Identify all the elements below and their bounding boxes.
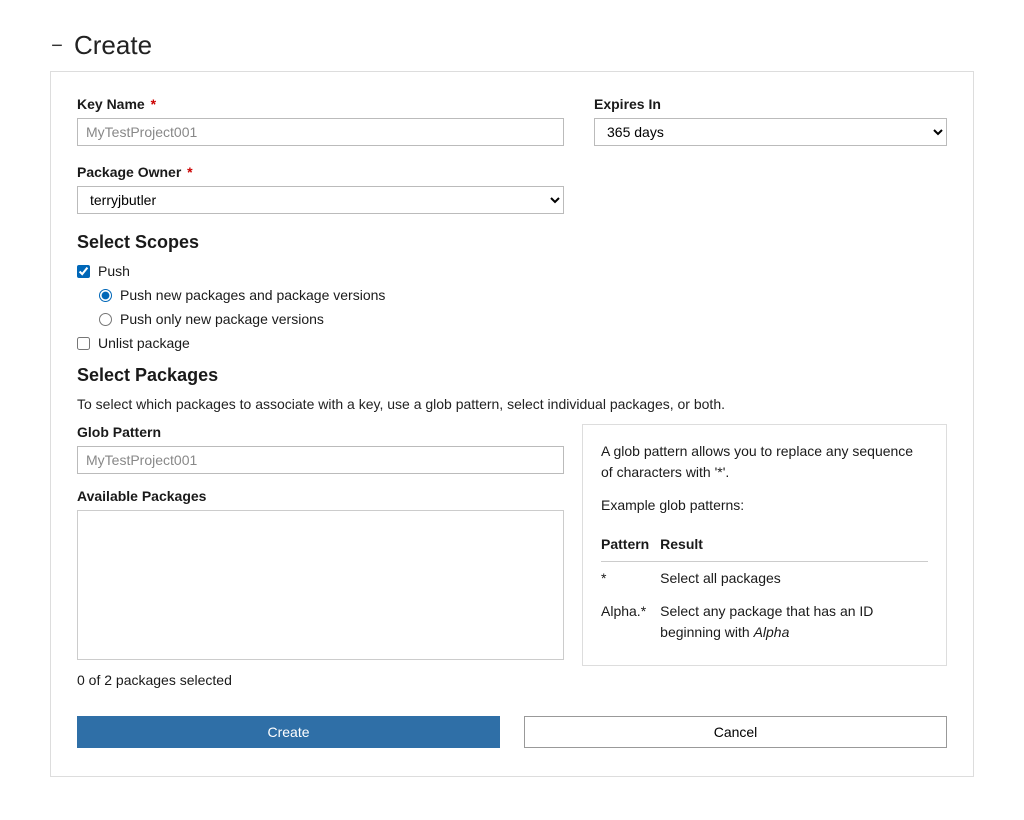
table-row: Alpha.* Select any package that has an I… [601, 595, 928, 649]
glob-info-intro: A glob pattern allows you to replace any… [601, 441, 928, 483]
glob-info-box: A glob pattern allows you to replace any… [582, 424, 947, 666]
glob-result-cell: Select all packages [660, 562, 928, 596]
available-packages-label: Available Packages [77, 488, 564, 504]
glob-result-em: Alpha [754, 624, 790, 640]
page-title: Create [74, 30, 152, 61]
table-row: * Select all packages [601, 562, 928, 596]
select-scopes-heading: Select Scopes [77, 232, 947, 253]
expires-in-label: Expires In [594, 96, 947, 112]
key-name-label: Key Name * [77, 96, 564, 112]
select-packages-heading: Select Packages [77, 365, 947, 386]
push-only-radio[interactable] [99, 313, 112, 326]
glob-info-example-label: Example glob patterns: [601, 495, 928, 516]
package-owner-select[interactable]: terryjbutler [77, 186, 564, 214]
cancel-button[interactable]: Cancel [524, 716, 947, 748]
push-checkbox-label: Push [98, 263, 130, 279]
available-packages-list[interactable] [77, 510, 564, 660]
create-panel: Key Name * Expires In 365 days Package O… [50, 71, 974, 777]
package-owner-required: * [187, 164, 192, 180]
package-owner-label-text: Package Owner [77, 164, 181, 180]
unlist-checkbox-label: Unlist package [98, 335, 190, 351]
select-packages-description: To select which packages to associate wi… [77, 396, 947, 412]
glob-table-col-pattern: Pattern [601, 528, 660, 562]
collapse-icon[interactable]: − [50, 36, 64, 56]
glob-pattern-cell: * [601, 562, 660, 596]
key-name-input[interactable] [77, 118, 564, 146]
glob-pattern-table: Pattern Result * Select all packages Alp… [601, 528, 928, 649]
glob-pattern-input[interactable] [77, 446, 564, 474]
key-name-required: * [151, 96, 156, 112]
push-new-radio-label: Push new packages and package versions [120, 287, 385, 303]
unlist-checkbox[interactable] [77, 337, 90, 350]
key-name-label-text: Key Name [77, 96, 145, 112]
glob-pattern-label: Glob Pattern [77, 424, 564, 440]
push-checkbox[interactable] [77, 265, 90, 278]
glob-pattern-cell: Alpha.* [601, 595, 660, 649]
create-button[interactable]: Create [77, 716, 500, 748]
expires-in-select[interactable]: 365 days [594, 118, 947, 146]
package-owner-label: Package Owner * [77, 164, 564, 180]
packages-selected-count: 0 of 2 packages selected [77, 672, 564, 688]
glob-table-col-result: Result [660, 528, 928, 562]
push-new-radio[interactable] [99, 289, 112, 302]
glob-result-cell: Select any package that has an ID beginn… [660, 595, 928, 649]
push-only-radio-label: Push only new package versions [120, 311, 324, 327]
